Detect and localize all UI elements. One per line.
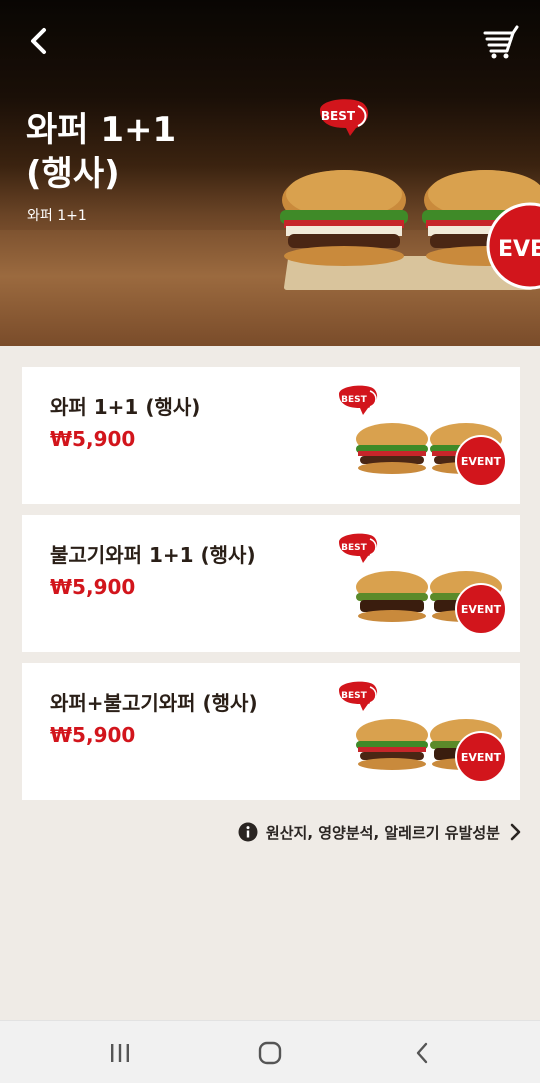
system-back-button[interactable] <box>400 1035 444 1071</box>
hero-event-text: EVEN <box>498 237 540 262</box>
recent-apps-button[interactable] <box>98 1035 142 1071</box>
menu-item-price: ₩5,900 <box>50 723 136 747</box>
cart-button[interactable] <box>482 22 522 62</box>
home-button[interactable] <box>248 1035 292 1071</box>
menu-item-card-3[interactable]: 와퍼+불고기와퍼 (행사) ₩5,900 BEST EVENT <box>22 663 520 800</box>
cart-icon <box>483 25 519 59</box>
menu-item-name: 불고기와퍼 1+1 (행사) <box>50 543 256 567</box>
best-badge-text: BEST <box>341 395 367 405</box>
event-badge-text: EVENT <box>461 603 502 616</box>
best-badge: BEST <box>339 385 378 415</box>
best-badge-text: BEST <box>341 691 367 701</box>
back-button[interactable] <box>22 24 56 58</box>
hero-banner: BEST EVEN <box>0 0 540 346</box>
menu-item-thumbnail: BEST EVENT <box>339 385 507 487</box>
info-icon <box>238 822 258 842</box>
system-navigation-bar <box>0 1020 540 1083</box>
best-badge: BEST <box>339 681 378 711</box>
best-badge-text: BEST <box>341 543 367 553</box>
hero-burger-image: BEST EVEN <box>280 99 540 290</box>
menu-item-thumbnail: BEST EVENT <box>339 681 507 783</box>
hero-best-badge: BEST <box>320 99 369 136</box>
event-badge: EVENT <box>455 731 507 783</box>
page-title: 와퍼 1+1 (행사) <box>26 110 177 194</box>
menu-item-thumbnail: BEST EVENT <box>339 533 507 635</box>
event-badge: EVENT <box>455 583 507 635</box>
nutrition-info-label: 원산지, 영양분석, 알레르기 유발성분 <box>265 823 500 842</box>
event-badge-text: EVENT <box>461 751 502 764</box>
menu-item-price: ₩5,900 <box>50 427 136 451</box>
event-badge-text: EVENT <box>461 455 502 468</box>
menu-item-card-1[interactable]: 와퍼 1+1 (행사) ₩5,900 BEST EVENT <box>22 367 520 504</box>
menu-item-card-2[interactable]: 불고기와퍼 1+1 (행사) ₩5,900 BEST EVENT <box>22 515 520 652</box>
hero-best-text: BEST <box>321 109 356 123</box>
page-subtitle: 와퍼 1+1 <box>27 208 87 224</box>
menu-item-name: 와퍼 1+1 (행사) <box>50 395 201 419</box>
recent-apps-icon <box>111 1044 129 1062</box>
best-badge: BEST <box>339 533 378 563</box>
home-icon <box>258 1041 282 1065</box>
menu-item-name: 와퍼+불고기와퍼 (행사) <box>50 691 258 715</box>
nutrition-info-link[interactable]: 원산지, 영양분석, 알레르기 유발성분 <box>238 820 522 844</box>
back-arrow-icon <box>31 28 46 54</box>
menu-item-price: ₩5,900 <box>50 575 136 599</box>
system-back-icon <box>416 1042 428 1064</box>
chevron-right-icon <box>510 823 521 841</box>
event-badge: EVENT <box>455 435 507 487</box>
